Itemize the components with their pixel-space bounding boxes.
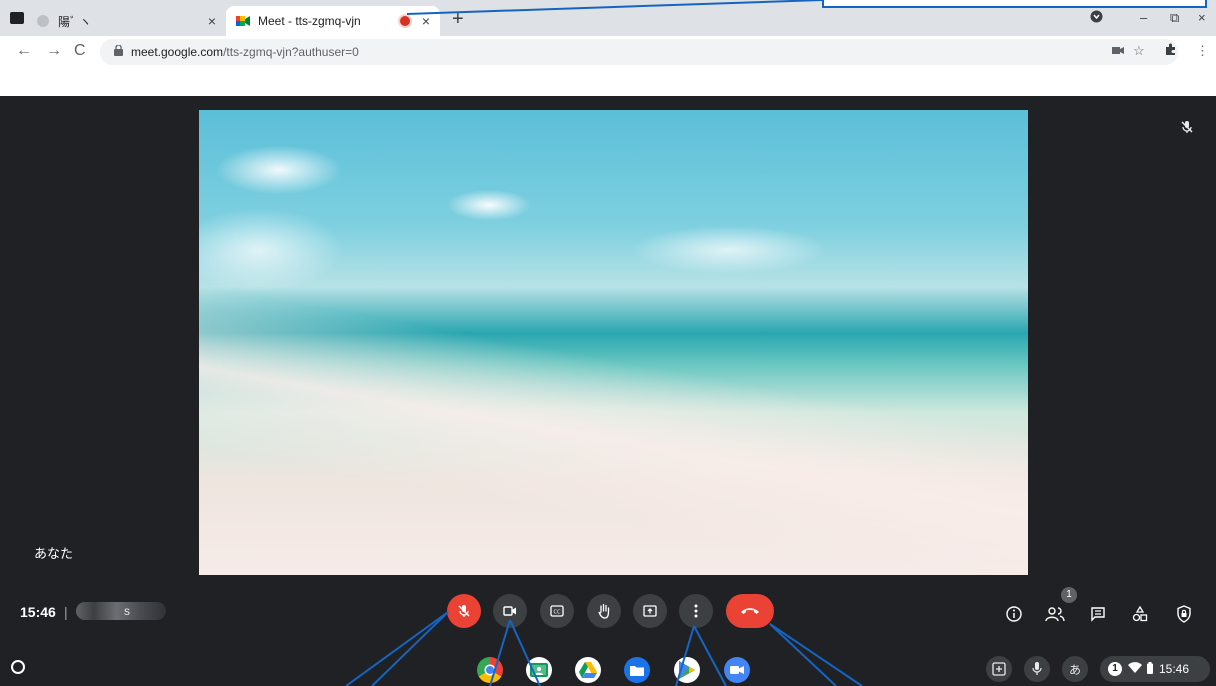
holding-space-button[interactable] — [986, 656, 1012, 682]
status-area[interactable]: 1 15:46 — [1100, 656, 1210, 682]
self-video-tile — [199, 110, 1028, 575]
tab-search-icon[interactable] — [1090, 10, 1103, 26]
camera-icon — [503, 606, 516, 616]
info-icon — [1006, 606, 1022, 622]
hand-icon — [598, 603, 610, 619]
browser-toolbar: ← → C meet.google.com/tts-zgmq-vjn?authu… — [0, 36, 1216, 68]
present-screen-button[interactable] — [633, 594, 667, 628]
people-icon — [1045, 607, 1065, 622]
hang-up-icon — [741, 608, 759, 614]
restore-button[interactable]: ⧉ — [1170, 10, 1179, 26]
tab-close-icon[interactable]: × — [208, 13, 216, 29]
meet-stage: あなた 15:46 | s CC 1 — [0, 96, 1216, 686]
lock-icon — [114, 44, 123, 59]
shield-lock-icon — [1177, 605, 1191, 623]
play-store-app-icon[interactable] — [674, 657, 700, 683]
more-vert-icon — [694, 604, 698, 618]
url-path: /tts-zgmq-vjn?authuser=0 — [223, 45, 359, 59]
extensions-icon[interactable] — [1164, 43, 1176, 58]
camera-in-use-icon[interactable] — [1112, 43, 1124, 58]
ime-menu-button[interactable]: あ — [1062, 656, 1088, 682]
svg-text:CC: CC — [554, 610, 561, 616]
mic-off-icon — [458, 605, 470, 617]
chrome-app-icon[interactable] — [477, 657, 503, 683]
minimize-button[interactable]: – — [1140, 10, 1147, 25]
captions-button[interactable]: CC — [540, 594, 574, 628]
activities-button[interactable] — [1129, 603, 1151, 625]
tab-meet[interactable]: Meet - tts-zgmq-vjn × — [226, 6, 440, 36]
bookmark-star-icon[interactable]: ☆ — [1133, 43, 1145, 59]
notification-count-badge: 1 — [1108, 662, 1122, 676]
meeting-details-button[interactable] — [1003, 603, 1025, 625]
call-controls: CC — [447, 594, 777, 628]
ime-label: あ — [1068, 662, 1081, 677]
battery-icon — [1147, 661, 1153, 677]
window-app-icon — [10, 12, 24, 24]
captions-icon: CC — [550, 605, 564, 617]
forward-button[interactable]: → — [46, 42, 62, 60]
tab-inactive[interactable]: 陽ﾞ ヽ × — [26, 6, 226, 36]
participants-count-badge: 1 — [1061, 587, 1077, 603]
self-name-label: あなた — [34, 546, 74, 561]
leave-call-button[interactable] — [726, 594, 774, 628]
present-icon — [643, 605, 657, 617]
annotation-box — [822, 0, 1207, 8]
muted-indicator-icon — [1180, 120, 1194, 139]
clipboard-icon — [992, 662, 1006, 676]
more-options-button[interactable] — [679, 594, 713, 628]
host-controls-button[interactable] — [1173, 603, 1195, 625]
recording-indicator-icon — [400, 16, 410, 26]
system-clock: 15:46 — [1159, 662, 1190, 676]
clock-separator: | — [64, 604, 68, 620]
os-shelf: あ 1 15:46 — [0, 652, 1216, 686]
tab-favicon-icon — [36, 14, 50, 28]
video-surf — [199, 283, 1028, 575]
drive-app-icon[interactable] — [575, 657, 601, 683]
back-button[interactable]: ← — [16, 42, 32, 60]
close-window-button[interactable]: × — [1198, 10, 1206, 25]
menu-kebab-icon[interactable]: ⋮ — [1196, 43, 1209, 59]
mic-icon — [1032, 662, 1042, 675]
reload-button[interactable]: C — [74, 42, 86, 60]
files-app-icon[interactable] — [624, 657, 650, 683]
address-bar[interactable]: meet.google.com/tts-zgmq-vjn?authuser=0 — [100, 39, 1178, 65]
tab-title: Meet - tts-zgmq-vjn — [258, 14, 361, 28]
classroom-app-icon[interactable] — [526, 657, 552, 683]
chat-icon — [1091, 607, 1105, 622]
people-button[interactable] — [1044, 603, 1066, 625]
dictation-button[interactable] — [1024, 656, 1050, 682]
meet-app-icon[interactable] — [724, 657, 750, 683]
mic-toggle-button[interactable] — [447, 594, 481, 628]
camera-toggle-button[interactable] — [493, 594, 527, 628]
wifi-icon — [1128, 662, 1142, 676]
meeting-code: s — [76, 602, 166, 620]
meet-favicon-icon — [236, 14, 250, 28]
new-tab-button[interactable]: + — [452, 8, 464, 31]
shapes-icon — [1132, 606, 1148, 622]
launcher-button[interactable] — [11, 660, 25, 674]
raise-hand-button[interactable] — [587, 594, 621, 628]
chat-button[interactable] — [1087, 603, 1109, 625]
meeting-clock: 15:46 — [20, 604, 56, 620]
tab-title: 陽ﾞ ヽ — [58, 14, 92, 29]
tab-close-icon[interactable]: × — [422, 13, 430, 29]
url-host: meet.google.com — [131, 45, 224, 59]
